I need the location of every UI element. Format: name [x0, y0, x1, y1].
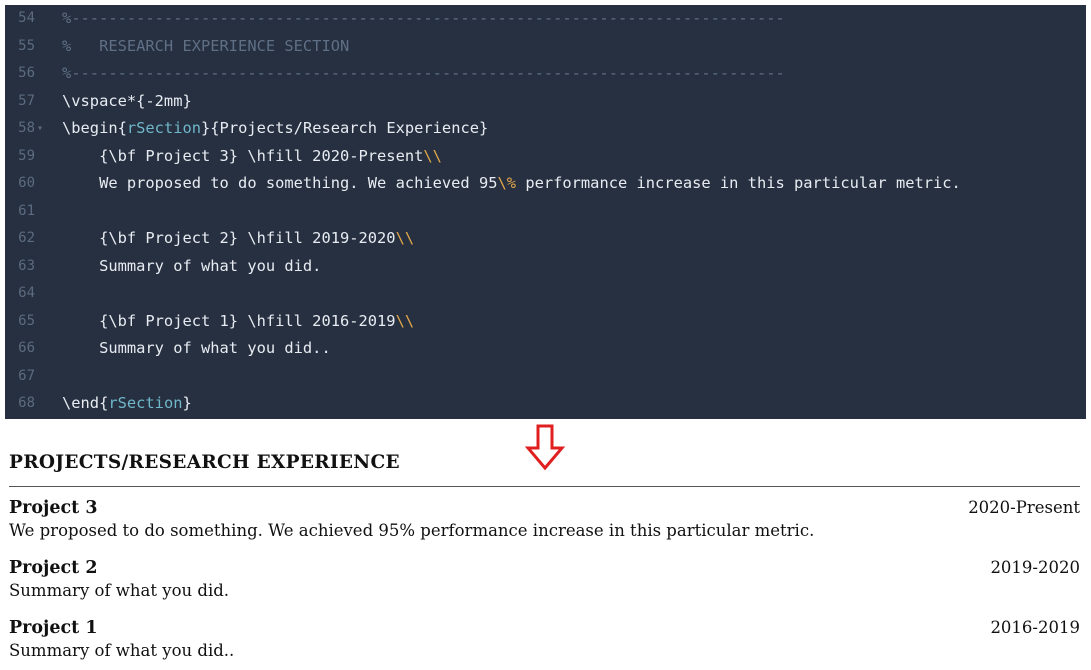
rendered-document: PROJECTS/RESEARCH EXPERIENCE Project 3 2…: [9, 450, 1080, 662]
code-text: {\bf Project 1} \hfill 2016-2019\\: [62, 308, 414, 336]
code-line[interactable]: 66 Summary of what you did..: [5, 335, 1086, 363]
line-number: 61: [18, 202, 35, 219]
code-text: Summary of what you did.: [62, 253, 321, 281]
entry-description: Summary of what you did.: [9, 581, 230, 600]
section-title: PROJECTS/RESEARCH EXPERIENCE: [9, 452, 400, 473]
code-text: Summary of what you did..: [62, 335, 331, 363]
line-number: 55: [18, 37, 35, 54]
code-text: \vspace*{-2mm}: [62, 88, 192, 116]
code-text: We proposed to do something. We achieved…: [62, 170, 961, 198]
entry-name: Project 1: [9, 618, 98, 638]
code-token: \%: [497, 174, 517, 192]
entry-date: 2016-2019: [990, 618, 1080, 637]
line-number: 66: [18, 340, 35, 356]
code-text: {\bf Project 3} \hfill 2020-Present\\: [62, 143, 442, 171]
code-line[interactable]: 54 %-------------------------------------…: [5, 5, 1086, 33]
project-entry: Project 2 2019-2020 Summary of what you …: [9, 556, 1080, 602]
code-line[interactable]: 64: [5, 280, 1086, 308]
line-number: 54: [18, 10, 35, 26]
code-text: %---------------------------------------…: [62, 5, 785, 33]
code-token: % RESEARCH EXPERIENCE SECTION: [62, 36, 350, 55]
entry-date: 2019-2020: [990, 558, 1080, 577]
line-number: 57: [18, 92, 35, 109]
code-token: %---------------------------------------…: [62, 64, 785, 82]
code-text: \end{rSection}: [62, 390, 192, 418]
entry-description: We proposed to do something. We achieved…: [9, 521, 815, 540]
entry-header: Project 2 2019-2020: [9, 556, 1080, 580]
code-token: performance increase in this particular …: [516, 174, 961, 192]
code-text: %---------------------------------------…: [62, 60, 785, 88]
line-number: 62: [18, 230, 35, 246]
code-token: {\bf Project 1} \hfill 2016-2019: [62, 311, 396, 330]
code-line[interactable]: 57 \vspace*{-2mm}: [5, 88, 1086, 116]
project-entry: Project 3 2020-Present We proposed to do…: [9, 496, 1080, 542]
code-line[interactable]: 55 % RESEARCH EXPERIENCE SECTION: [5, 33, 1086, 61]
code-line[interactable]: 61: [5, 198, 1086, 226]
entry-description: Summary of what you did..: [9, 641, 235, 660]
line-number: 56: [18, 65, 35, 81]
entry-name: Project 3: [9, 498, 98, 518]
project-entry: Project 1 2016-2019 Summary of what you …: [9, 616, 1080, 662]
code-text: % RESEARCH EXPERIENCE SECTION: [62, 33, 349, 61]
line-number: 67: [18, 367, 35, 384]
code-line[interactable]: 56 %-------------------------------------…: [5, 60, 1086, 88]
code-token: Summary of what you did..: [62, 339, 331, 357]
entry-header: Project 3 2020-Present: [9, 496, 1080, 520]
code-line[interactable]: 60 We proposed to do something. We achie…: [5, 170, 1086, 198]
entry-name: Project 2: [9, 558, 98, 578]
code-line[interactable]: 67: [5, 363, 1086, 391]
code-line[interactable]: 65 {\bf Project 1} \hfill 2016-2019\\: [5, 308, 1086, 336]
code-line[interactable]: 62 {\bf Project 2} \hfill 2019-2020\\: [5, 225, 1086, 253]
code-token: {\bf Project 2} \hfill 2019-2020: [62, 229, 396, 247]
code-token: \\: [395, 311, 415, 330]
code-text: \begin{rSection}{Projects/Research Exper…: [62, 115, 488, 143]
code-token: \\: [423, 146, 442, 165]
entry-date: 2020-Present: [968, 498, 1080, 517]
section-rule: [9, 486, 1080, 487]
fold-toggle-icon[interactable]: ▾: [37, 115, 43, 143]
code-token: }{Projects/Research Experience}: [201, 119, 489, 137]
entry-header: Project 1 2016-2019: [9, 616, 1080, 640]
code-editor[interactable]: 54 %-------------------------------------…: [5, 5, 1086, 419]
code-token: {\bf Project 3} \hfill 2020-Present: [62, 146, 424, 165]
code-token: %---------------------------------------…: [62, 9, 785, 27]
line-number: 64: [18, 285, 35, 301]
line-number: 59: [18, 147, 35, 164]
code-token: }: [182, 394, 192, 412]
line-number: 63: [18, 257, 35, 274]
code-token: We proposed to do something. We achieved…: [62, 174, 498, 192]
code-token: \end{: [62, 394, 109, 412]
line-number: 68: [18, 395, 35, 411]
code-line[interactable]: 58 ▾ \begin{rSection}{Projects/Research Ex…: [5, 115, 1086, 143]
code-text: {\bf Project 2} \hfill 2019-2020\\: [62, 225, 414, 253]
code-token: rSection: [108, 394, 183, 412]
code-token: \vspace*{-2mm}: [62, 91, 192, 110]
code-line[interactable]: 63 Summary of what you did.: [5, 253, 1086, 281]
code-token: \begin{: [62, 119, 127, 137]
line-number: 60: [18, 175, 35, 191]
code-line[interactable]: 59 {\bf Project 3} \hfill 2020-Present\\: [5, 143, 1086, 171]
code-token: rSection: [126, 119, 202, 137]
code-line[interactable]: 68 \end{rSection}: [5, 390, 1086, 418]
code-token: Summary of what you did.: [62, 256, 322, 275]
line-number: 65: [18, 312, 35, 329]
line-number: 58: [18, 120, 35, 136]
code-token: \\: [395, 229, 415, 247]
